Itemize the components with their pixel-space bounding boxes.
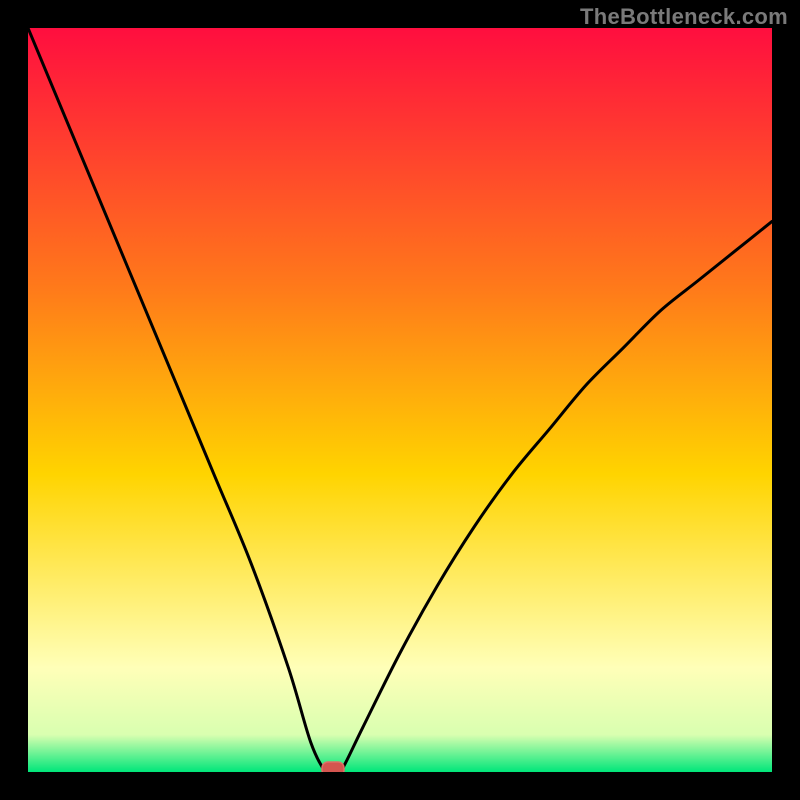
plot-area [28,28,772,772]
optimal-point-marker [322,762,344,772]
chart-svg [28,28,772,772]
watermark-text: TheBottleneck.com [580,4,788,30]
chart-container: TheBottleneck.com [0,0,800,800]
gradient-background [28,28,772,772]
